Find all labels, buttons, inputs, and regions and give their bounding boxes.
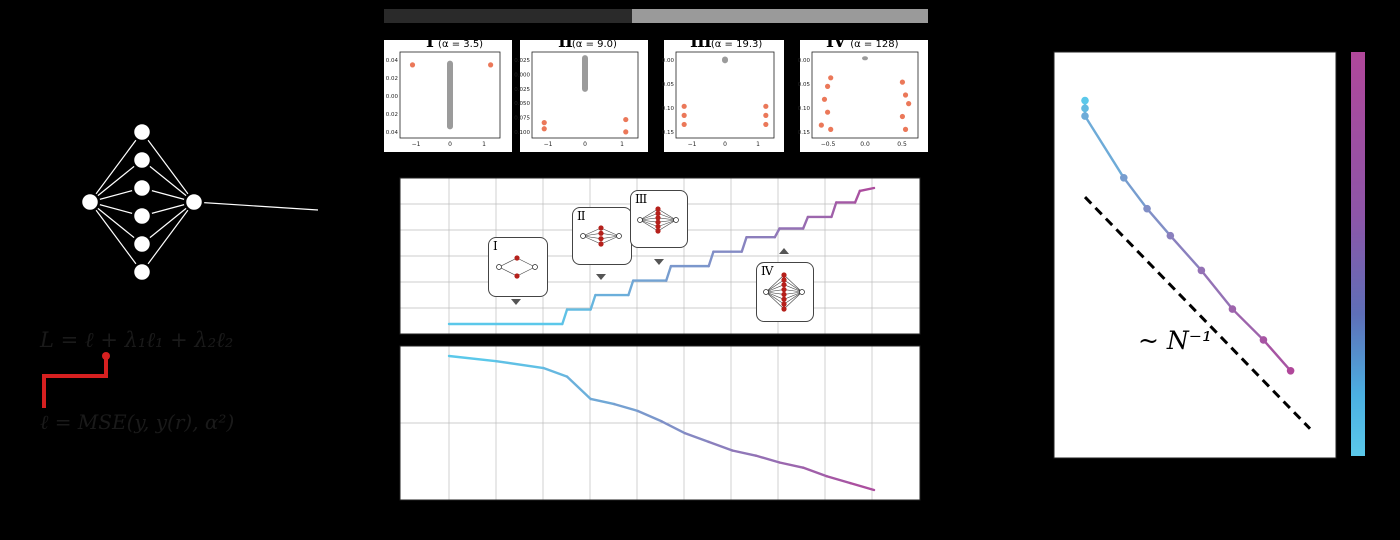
scaling-plot [1053,51,1337,459]
scaling-series-line [1200,269,1234,310]
scaling-series-line [1262,339,1292,372]
scaling-point [1081,104,1089,113]
scaling-series-line [1146,207,1172,237]
scaling-frame [1053,51,1337,459]
scaling-point [1081,96,1089,105]
scaling-point [1081,112,1089,120]
colorbar [1351,52,1365,456]
scaling-series-line [1231,308,1265,341]
scaling-reference-line [1083,196,1312,430]
scaling-point [1259,336,1268,344]
scaling-point [1119,174,1128,182]
scaling-series-line [1083,115,1125,179]
scaling-point [1228,305,1237,313]
scaling-law-label: ~ N⁻¹ [1138,326,1212,355]
scaling-point [1197,266,1206,275]
scaling-series-line [1122,177,1149,210]
scaling-point [1143,204,1151,213]
scaling-series-line [1169,234,1203,272]
scaling-point [1166,231,1175,240]
scaling-point [1286,367,1295,375]
